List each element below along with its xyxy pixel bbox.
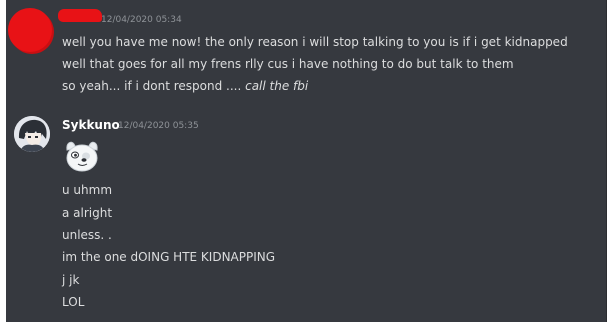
- username[interactable]: Sykkuno: [62, 118, 120, 132]
- message-text: j jk: [62, 273, 80, 287]
- username-redacted[interactable]: [58, 9, 102, 22]
- message-text: u uhmm: [62, 183, 113, 197]
- message-text: so yeah... if i dont respond .... call t…: [62, 78, 308, 94]
- avatar-image: [14, 116, 50, 152]
- message-text: LOL: [62, 295, 85, 309]
- message-timestamp: 12/04/2020 05:34: [101, 15, 182, 25]
- message-text: a alright: [62, 206, 113, 220]
- message-text-plain: so yeah... if i dont respond ....: [62, 79, 246, 93]
- emoji-image: [66, 141, 98, 172]
- message-timestamp: 12/04/2020 05:35: [118, 121, 199, 131]
- message-text: well you have me now! the only reason i …: [62, 35, 568, 49]
- dog-emoji-icon[interactable]: [64, 138, 100, 174]
- message-text: unless. .: [62, 228, 112, 242]
- avatar[interactable]: [14, 116, 50, 152]
- message-text: im the one dOING HTE KIDNAPPING: [62, 250, 276, 264]
- message-text: well that goes for all my frens rlly cus…: [62, 57, 514, 71]
- avatar-redacted[interactable]: [8, 8, 52, 52]
- chat-messages: 12/04/2020 05:34 well you have me now! t…: [6, 0, 607, 322]
- message-text-italic: call the fbi: [245, 79, 309, 93]
